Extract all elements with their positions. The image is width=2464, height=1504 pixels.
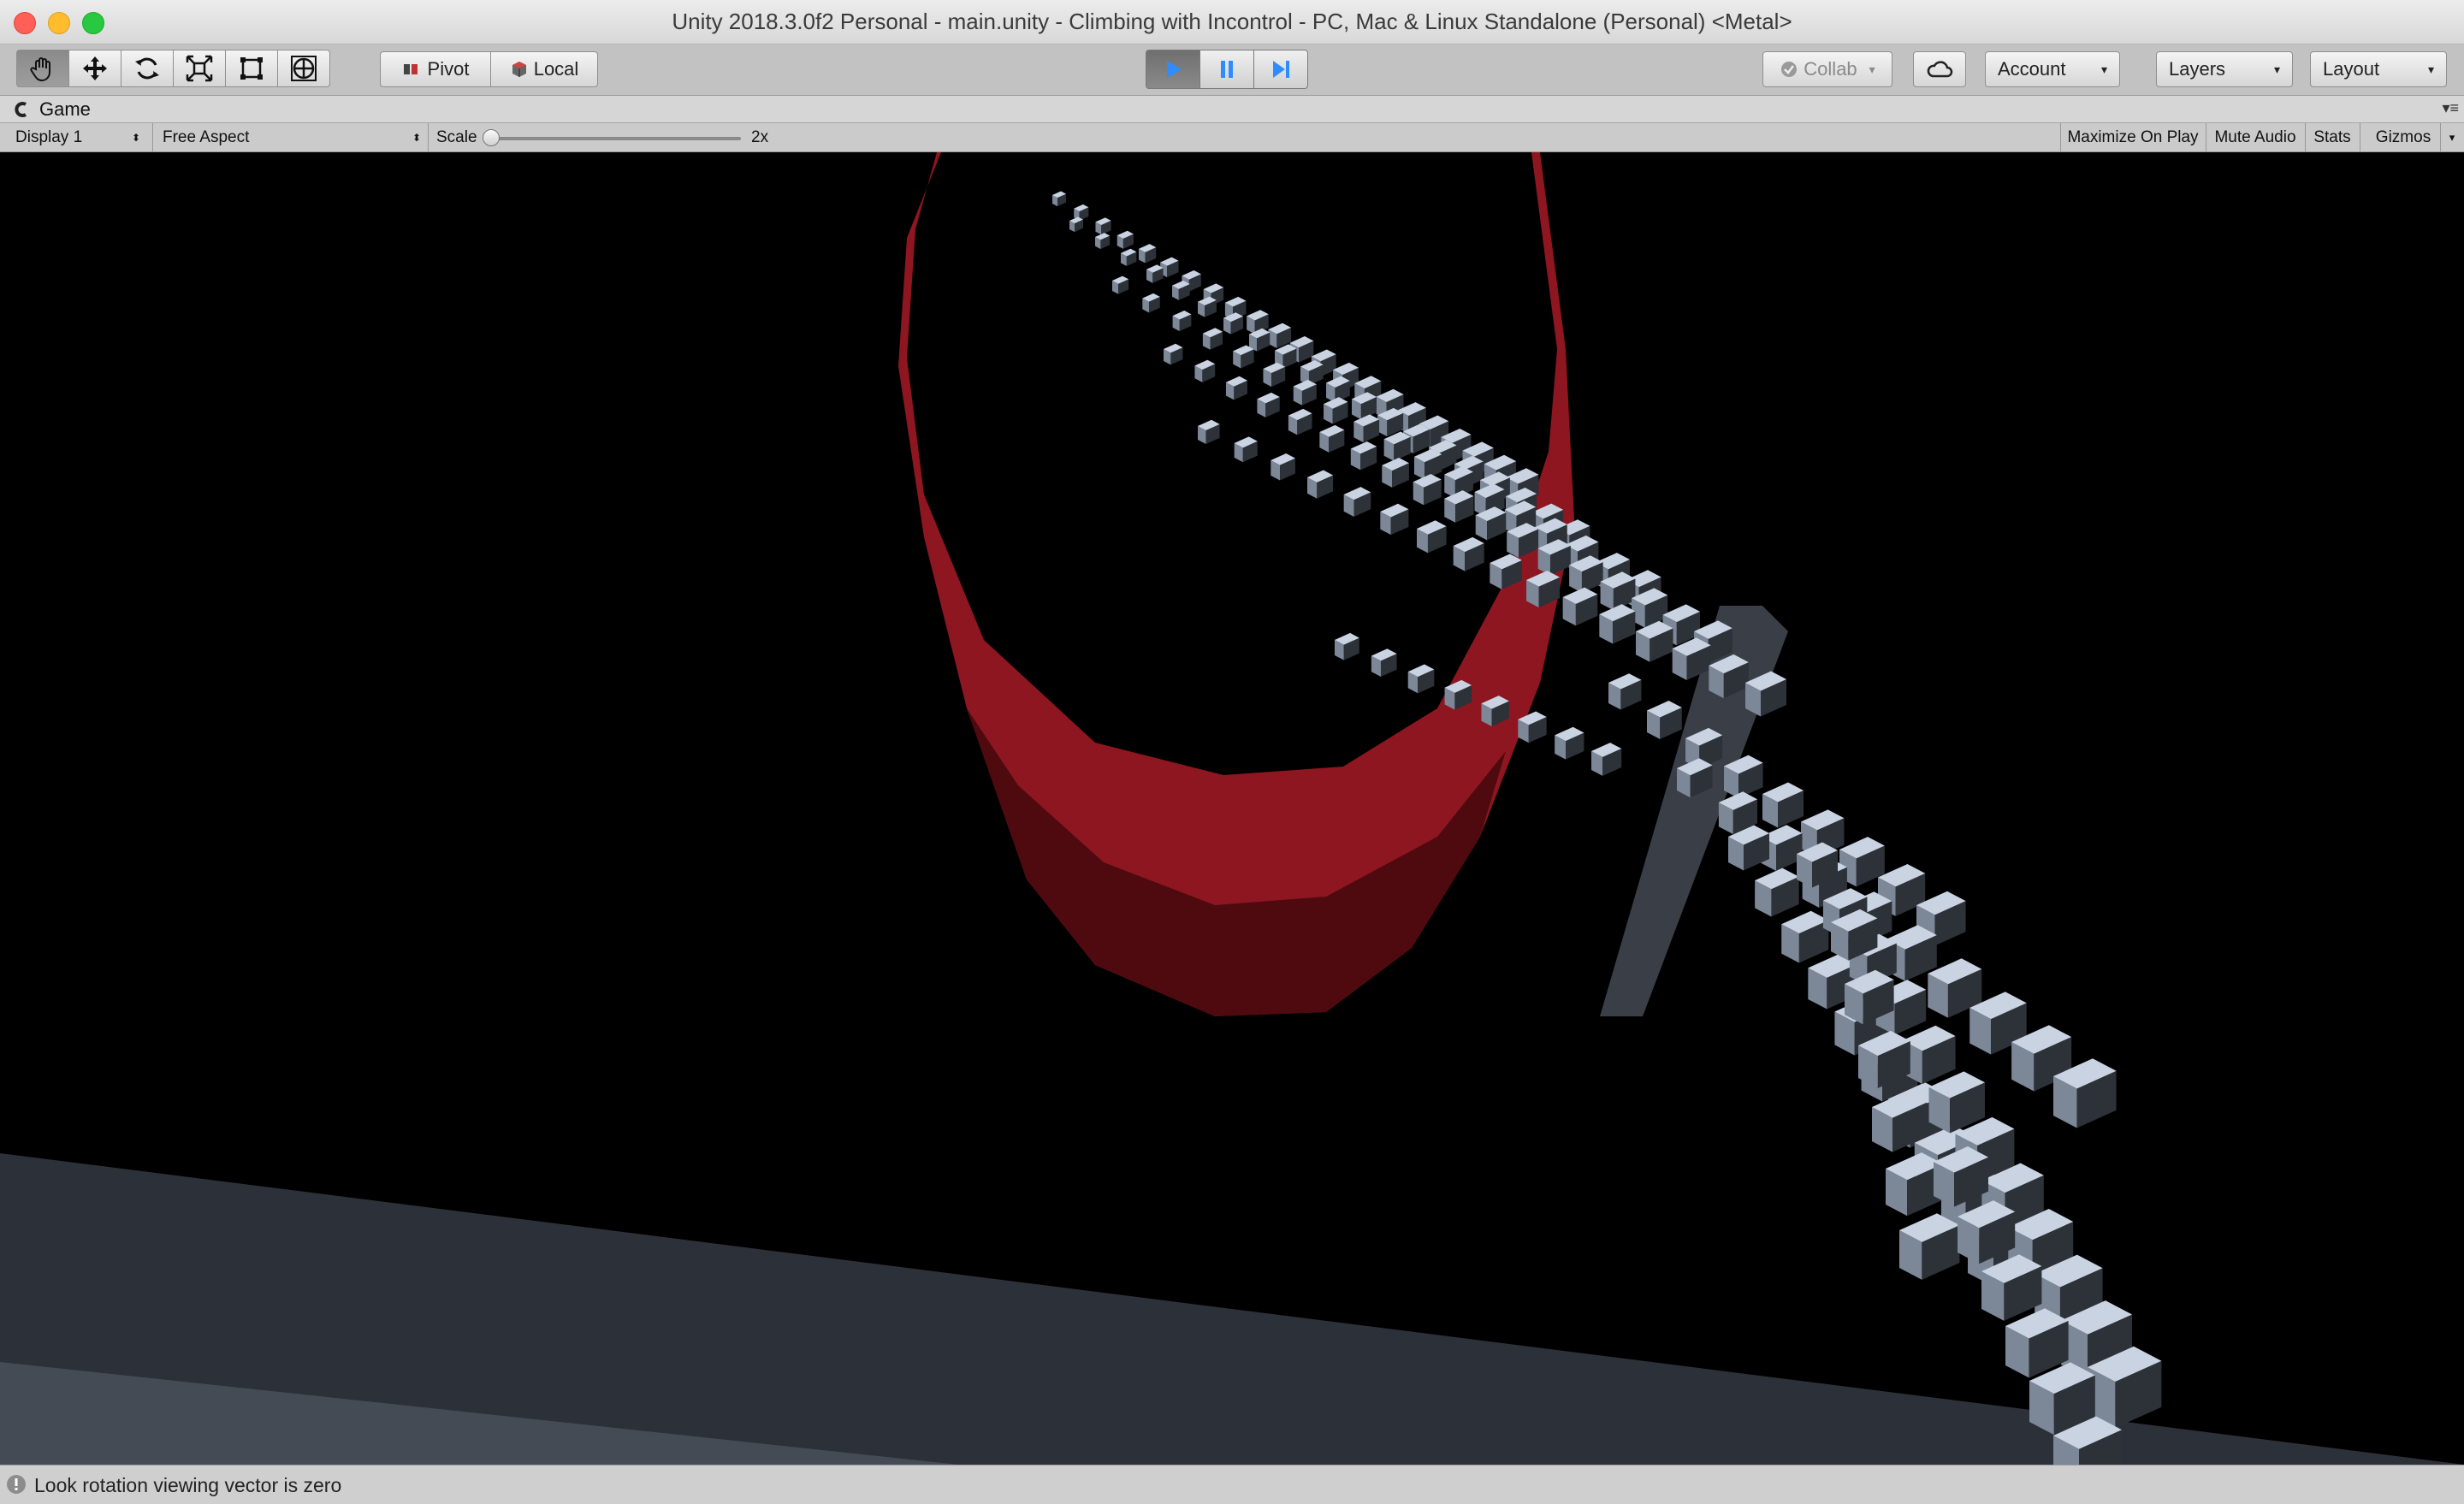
game-view-bar: Display 1 ⬍ Free Aspect ⬍ Scale 2x Maxim… — [0, 123, 2464, 152]
play-icon — [1167, 61, 1182, 78]
playback-controls — [1146, 50, 1308, 89]
chevron-down-icon: ▾ — [2100, 62, 2107, 76]
game-window-tab-bar: Game ▾≡ — [0, 96, 2464, 123]
rect-tool-icon — [240, 57, 263, 80]
gizmos-dropdown-arrow[interactable]: ▾ — [2442, 123, 2462, 151]
divider — [152, 123, 153, 151]
display-dropdown[interactable]: Display 1 ⬍ — [15, 123, 140, 151]
mute-audio-label: Mute Audio — [2214, 127, 2296, 146]
divider — [428, 123, 429, 151]
game-tab[interactable]: Game — [14, 98, 91, 121]
local-cube-icon — [512, 62, 526, 77]
gizmos-toggle[interactable]: Gizmos — [2365, 123, 2442, 151]
console-status-bar[interactable]: Look rotation viewing vector is zero — [0, 1465, 2464, 1504]
rect-tool-button[interactable] — [225, 50, 278, 87]
game-viewport[interactable] — [0, 152, 2464, 1492]
play-button[interactable] — [1146, 50, 1200, 89]
main-toolbar: Pivot Local Collab ▾ Account ▾ Layers ▾ … — [0, 44, 2464, 96]
red-hoop-ring — [898, 152, 1574, 1016]
local-label: Local — [533, 58, 579, 80]
layers-label: Layers — [2169, 58, 2226, 80]
transform-tools — [16, 50, 330, 87]
chevron-down-icon: ▾ — [2273, 62, 2280, 76]
status-message: Look rotation viewing vector is zero — [34, 1474, 342, 1496]
pivot-icon — [403, 64, 418, 74]
scale-label: Scale — [436, 127, 477, 146]
transform-tool-button[interactable] — [277, 50, 330, 87]
layout-dropdown[interactable]: Layout ▾ — [2310, 51, 2447, 87]
scale-slider-thumb[interactable] — [483, 129, 500, 146]
chevron-down-icon: ▾ — [2427, 62, 2434, 76]
scale-value: 2x — [751, 127, 769, 146]
gizmos-label: Gizmos — [2375, 127, 2431, 146]
maximize-on-play-toggle[interactable]: Maximize On Play — [2060, 123, 2206, 151]
mute-audio-toggle[interactable]: Mute Audio — [2206, 123, 2305, 151]
collab-label: Collab — [1804, 58, 1857, 80]
pause-button[interactable] — [1199, 50, 1254, 89]
aspect-label: Free Aspect — [163, 127, 250, 146]
scale-tool-button[interactable] — [173, 50, 226, 87]
step-icon — [1273, 61, 1289, 78]
layers-dropdown[interactable]: Layers ▾ — [2156, 51, 2293, 87]
collab-check-icon — [1781, 62, 1798, 77]
chevron-down-icon: ▾ — [1869, 62, 1875, 76]
scale-slider-track[interactable] — [489, 137, 741, 140]
divider — [2440, 123, 2441, 151]
layout-label: Layout — [2323, 58, 2380, 80]
move-tool-icon — [83, 56, 107, 80]
step-button[interactable] — [1253, 50, 1308, 89]
stats-toggle[interactable]: Stats — [2305, 123, 2360, 151]
account-dropdown[interactable]: Account ▾ — [1985, 51, 2120, 87]
window-titlebar: Unity 2018.3.0f2 Personal - main.unity -… — [0, 0, 2464, 44]
updown-arrow-icon: ⬍ — [131, 131, 140, 144]
pivot-label: Pivot — [427, 58, 470, 80]
hand-tool-icon — [30, 57, 50, 82]
hand-tool-button[interactable] — [16, 50, 69, 87]
collab-dropdown[interactable]: Collab ▾ — [1762, 51, 1892, 87]
rotate-tool-icon — [135, 57, 159, 80]
local-toggle[interactable]: Local — [490, 51, 598, 87]
account-label: Account — [1998, 58, 2066, 80]
maximize-on-play-label: Maximize On Play — [2067, 127, 2199, 146]
game-tab-icon — [15, 102, 27, 117]
pause-icon — [1221, 61, 1233, 78]
updown-arrow-icon: ⬍ — [412, 131, 421, 144]
aspect-dropdown[interactable]: Free Aspect ⬍ — [163, 123, 421, 151]
cloud-icon — [1927, 61, 1953, 78]
scale-tool-icon — [186, 55, 213, 82]
move-tool-button[interactable] — [68, 50, 121, 87]
pivot-toggle[interactable]: Pivot — [380, 51, 491, 87]
display-label: Display 1 — [15, 127, 83, 146]
transform-tool-icon — [291, 56, 317, 81]
window-title: Unity 2018.3.0f2 Personal - main.unity -… — [672, 9, 1792, 34]
tab-menu-icon[interactable]: ▾≡ — [2442, 99, 2459, 117]
game-tab-title: Game — [39, 98, 91, 120]
scene-render — [0, 152, 2464, 1492]
rotate-tool-button[interactable] — [121, 50, 174, 87]
cloud-button[interactable] — [1913, 51, 1966, 87]
stats-label: Stats — [2313, 127, 2351, 146]
warning-icon — [7, 1475, 26, 1494]
